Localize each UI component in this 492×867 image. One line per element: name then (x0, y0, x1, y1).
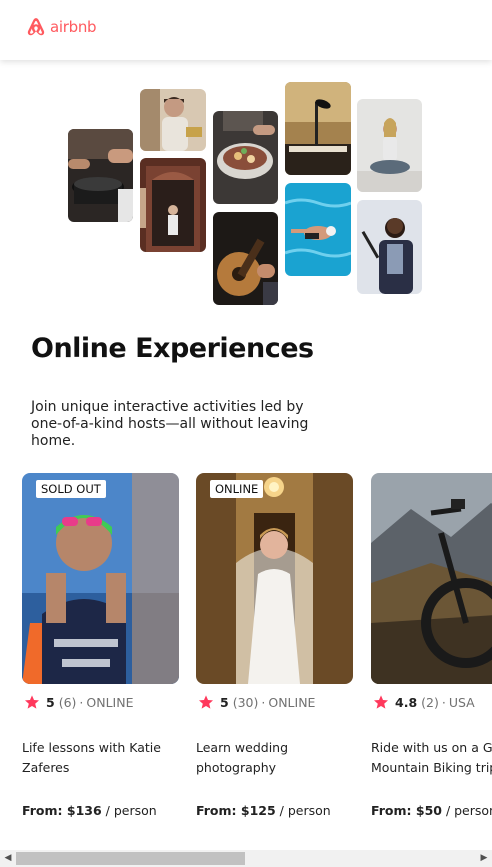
collage-tile-host (140, 89, 206, 151)
page-title: Online Experiences (31, 333, 314, 364)
rating-separator: · (261, 694, 266, 710)
price-amount: From: $136 (22, 803, 102, 818)
card-price: From: $125 / person (196, 803, 331, 818)
status-badge: ONLINE (210, 480, 264, 498)
page-subtitle: Join unique interactive activities led b… (31, 399, 309, 449)
experience-card[interactable]: ONLINE 5 (30) · ONLINE Learn wedding pho… (196, 473, 353, 818)
rating-separator: · (79, 694, 84, 710)
card-title[interactable]: Ride with us on a Grand Mountain Biking … (371, 738, 492, 778)
scroll-right-arrow-icon[interactable]: ▶ (476, 850, 492, 867)
experience-card[interactable]: 4.8 (2) · USA Ride with us on a Grand Mo… (371, 473, 492, 818)
price-unit: / person (275, 803, 331, 818)
card-image[interactable]: ONLINE (196, 473, 353, 684)
airbnb-logo[interactable]: airbnb (25, 16, 97, 38)
airbnb-logo-icon (27, 18, 45, 36)
collage-tile-bowl (213, 111, 278, 204)
star-icon (374, 695, 388, 709)
rating-count: (2) (421, 694, 439, 710)
rating-value: 5 (220, 694, 229, 710)
horizontal-scrollbar[interactable]: ◀ ▶ (0, 850, 492, 867)
card-title[interactable]: Learn wedding photography (196, 738, 356, 778)
status-badge: SOLD OUT (36, 480, 106, 498)
collage-tile-swimmer (285, 183, 351, 276)
collage-tile-singer (357, 200, 422, 294)
rating-count: (6) (58, 694, 77, 710)
collage-tile-cooking (68, 129, 133, 222)
card-price: From: $136 / person (22, 803, 157, 818)
collage-tile-guitar (213, 212, 278, 305)
experience-card[interactable]: SOLD OUT 5 (6) · ONLINE Life lessons wit… (22, 473, 179, 818)
star-icon (199, 695, 213, 709)
card-price: From: $50 / person (371, 803, 492, 818)
scroll-left-arrow-icon[interactable]: ◀ (0, 850, 16, 867)
price-amount: From: $50 (371, 803, 442, 818)
star-icon (25, 695, 39, 709)
scrollbar-thumb[interactable] (16, 852, 245, 865)
card-title[interactable]: Life lessons with Katie Zaferes (22, 738, 182, 778)
card-rating: 4.8 (2) · USA (373, 694, 475, 710)
price-unit: / person (101, 803, 157, 818)
experience-cards-row: SOLD OUT 5 (6) · ONLINE Life lessons wit… (0, 473, 492, 843)
card-image[interactable]: SOLD OUT (22, 473, 179, 684)
location-tag: ONLINE (86, 694, 134, 710)
top-header: airbnb (0, 0, 492, 60)
location-tag: ONLINE (268, 694, 316, 710)
card-image[interactable] (371, 473, 492, 684)
card-rating: 5 (30) · ONLINE (198, 694, 315, 710)
rating-count: (30) (232, 694, 259, 710)
card-rating: 5 (6) · ONLINE (24, 694, 134, 710)
rating-separator: · (441, 694, 446, 710)
collage-tile-yoga (357, 99, 422, 192)
price-amount: From: $125 (196, 803, 276, 818)
rating-value: 4.8 (395, 694, 418, 710)
rating-value: 5 (46, 694, 55, 710)
collage-tile-door (140, 158, 206, 252)
price-unit: / person (441, 803, 492, 818)
brand-wordmark: airbnb (50, 18, 97, 36)
location-tag: USA (448, 694, 475, 710)
collage-tile-microphone (285, 82, 351, 175)
